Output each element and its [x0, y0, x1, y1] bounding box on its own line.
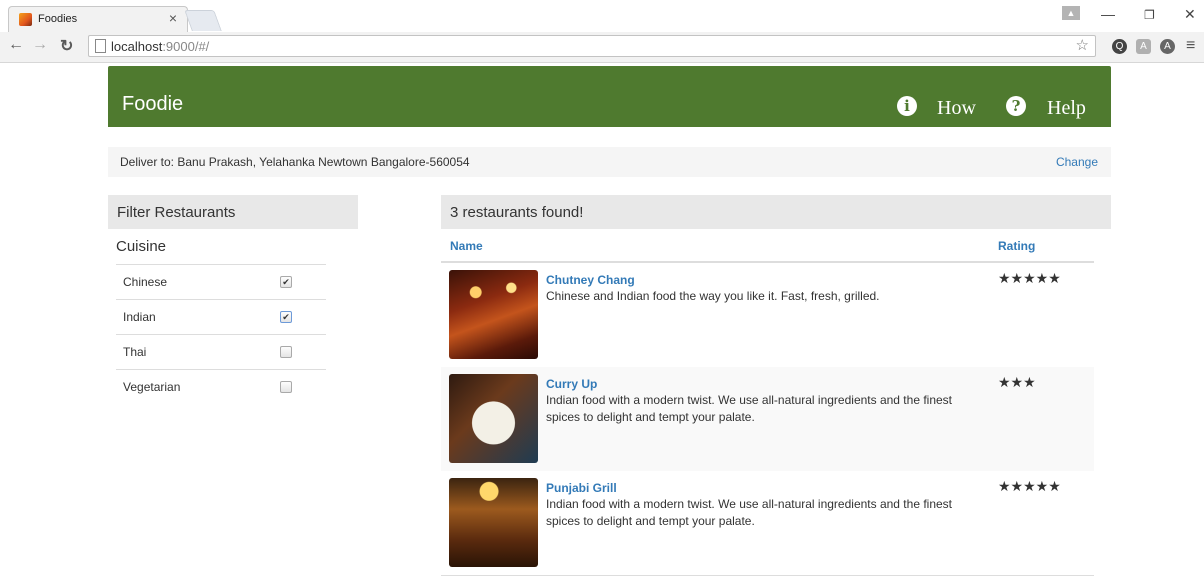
minimize-icon[interactable]: —	[1101, 6, 1115, 22]
user-profile-icon[interactable]: ▲	[1062, 6, 1080, 20]
tab-close-icon[interactable]: ×	[169, 10, 177, 26]
column-header-rating[interactable]: Rating	[998, 239, 1035, 253]
app-navbar: Foodie i How ? Help	[108, 66, 1111, 127]
cuisine-item-thai[interactable]: Thai	[116, 334, 326, 369]
nav-link-help[interactable]: Help	[1047, 97, 1086, 120]
chinese-checkbox[interactable]: ✔	[280, 276, 292, 288]
menu-icon[interactable]: ≡	[1186, 37, 1195, 55]
browser-tabstrip: Foodies × ▲ — ❐ ✕	[0, 0, 1204, 32]
rating-stars: ★★★★★	[998, 478, 1061, 494]
address-bar[interactable]: localhost:9000/#/ ☆	[88, 35, 1096, 57]
close-window-icon[interactable]: ✕	[1184, 6, 1196, 23]
extension-icon[interactable]: Q	[1112, 39, 1127, 54]
cuisine-heading: Cuisine	[116, 238, 167, 255]
nav-link-how[interactable]: How	[937, 97, 976, 120]
browser-toolbar: ← → ↻ localhost:9000/#/ ☆ Q A A ≡	[0, 32, 1204, 63]
restaurant-description: Indian food with a modern twist. We use …	[546, 393, 953, 424]
vegetarian-checkbox[interactable]	[280, 381, 292, 393]
thai-checkbox[interactable]	[280, 346, 292, 358]
cuisine-item-vegetarian[interactable]: Vegetarian	[116, 369, 326, 404]
cuisine-label: Indian	[123, 310, 156, 324]
new-tab-button[interactable]	[184, 10, 222, 31]
restaurant-thumbnail	[449, 270, 538, 359]
back-arrow-icon[interactable]: ←	[8, 36, 24, 54]
browser-tab[interactable]: Foodies ×	[8, 6, 188, 32]
restaurant-name-link[interactable]: Punjabi Grill	[546, 481, 617, 495]
table-row: Punjabi Grill Indian food with a modern …	[441, 471, 1094, 576]
cuisine-item-indian[interactable]: Indian ✔	[116, 299, 326, 334]
restaurant-name-link[interactable]: Chutney Chang	[546, 273, 635, 287]
cuisine-filter-list: Chinese ✔ Indian ✔ Thai Vegetarian	[116, 264, 326, 404]
rating-stars: ★★★★★	[998, 270, 1061, 286]
favicon-icon	[19, 13, 32, 26]
url-text: localhost:9000/#/	[111, 39, 210, 54]
filter-title: Filter Restaurants	[117, 204, 236, 221]
restore-icon[interactable]: ❐	[1144, 8, 1155, 22]
restaurant-thumbnail	[449, 478, 538, 567]
restaurant-description: Indian food with a modern twist. We use …	[546, 497, 953, 528]
extension-icon[interactable]: A	[1136, 39, 1151, 54]
bookmark-star-icon[interactable]: ☆	[1076, 36, 1089, 54]
results-count: 3 restaurants found!	[450, 204, 584, 221]
indian-checkbox[interactable]: ✔	[280, 311, 292, 323]
cuisine-label: Chinese	[123, 275, 168, 289]
filter-panel-heading: Filter Restaurants	[108, 195, 358, 229]
brand-logo[interactable]: Foodie	[122, 93, 183, 116]
column-header-name[interactable]: Name	[450, 239, 483, 253]
forward-arrow-icon[interactable]: →	[32, 36, 48, 54]
delivery-address: Deliver to: Banu Prakash, Yelahanka Newt…	[120, 155, 470, 169]
restaurant-description: Chinese and Indian food the way you like…	[546, 289, 880, 303]
cuisine-label: Thai	[123, 345, 147, 359]
reload-icon[interactable]: ↻	[60, 36, 73, 56]
table-row: Curry Up Indian food with a modern twist…	[441, 367, 1094, 472]
cuisine-item-chinese[interactable]: Chinese ✔	[116, 264, 326, 299]
change-address-link[interactable]: Change	[1056, 155, 1098, 169]
restaurant-name-link[interactable]: Curry Up	[546, 377, 597, 391]
angular-extension-icon[interactable]: A	[1160, 39, 1175, 54]
tab-title: Foodies	[38, 13, 78, 25]
delivery-bar: Deliver to: Banu Prakash, Yelahanka Newt…	[108, 147, 1111, 177]
rating-stars: ★★★	[998, 374, 1036, 390]
info-icon[interactable]: i	[897, 96, 917, 116]
restaurant-thumbnail	[449, 374, 538, 463]
cuisine-label: Vegetarian	[123, 380, 181, 394]
results-panel-heading: 3 restaurants found!	[441, 195, 1111, 229]
question-icon[interactable]: ?	[1006, 96, 1026, 116]
page-icon	[95, 39, 106, 53]
table-row: Chutney Chang Chinese and Indian food th…	[441, 263, 1094, 368]
